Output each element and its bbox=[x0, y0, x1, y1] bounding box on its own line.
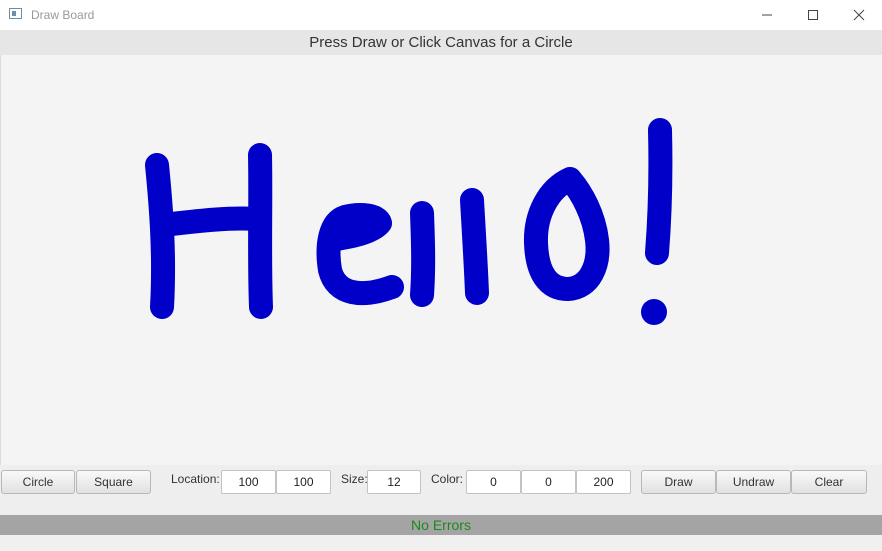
bottom-toolbar: Circle Square Location: 100 100 Size: 12… bbox=[0, 465, 882, 515]
draw-canvas[interactable] bbox=[0, 55, 882, 465]
window-title: Draw Board bbox=[31, 8, 95, 22]
minimize-button[interactable] bbox=[744, 0, 790, 30]
undraw-button[interactable]: Undraw bbox=[716, 470, 791, 494]
stroke-l-first bbox=[410, 201, 436, 307]
instruction-label: Press Draw or Click Canvas for a Circle bbox=[0, 31, 882, 55]
maximize-icon bbox=[808, 10, 818, 20]
location-y-field[interactable]: 100 bbox=[276, 470, 331, 494]
stroke-e bbox=[316, 203, 404, 305]
color-r-field[interactable]: 0 bbox=[466, 470, 521, 494]
status-message: No Errors bbox=[411, 517, 471, 533]
close-button[interactable] bbox=[836, 0, 882, 30]
stroke-exclaim-dot bbox=[641, 299, 667, 325]
draw-button[interactable]: Draw bbox=[641, 470, 716, 494]
square-button[interactable]: Square bbox=[76, 470, 151, 494]
window-bottom-edge bbox=[0, 535, 882, 551]
color-g-field[interactable]: 0 bbox=[521, 470, 576, 494]
stroke-o bbox=[523, 167, 610, 301]
stroke-h-right bbox=[248, 143, 273, 319]
circle-button[interactable]: Circle bbox=[1, 470, 75, 494]
clear-button[interactable]: Clear bbox=[791, 470, 867, 494]
size-label: Size: bbox=[341, 472, 368, 486]
canvas-border bbox=[0, 55, 1, 465]
maximize-button[interactable] bbox=[790, 0, 836, 30]
color-label: Color: bbox=[431, 472, 464, 486]
status-bar: No Errors bbox=[0, 515, 882, 535]
color-b-field[interactable]: 200 bbox=[576, 470, 631, 494]
app-window-icon bbox=[9, 8, 22, 19]
stroke-h-bar bbox=[151, 206, 270, 237]
stroke-exclaim-bar bbox=[645, 118, 673, 265]
title-bar: Draw Board bbox=[0, 0, 882, 31]
close-icon bbox=[853, 9, 865, 21]
minimize-icon bbox=[762, 14, 772, 16]
location-x-field[interactable]: 100 bbox=[221, 470, 276, 494]
size-field[interactable]: 12 bbox=[367, 470, 421, 494]
stroke-l-second bbox=[460, 188, 489, 305]
hello-drawing bbox=[145, 118, 673, 325]
location-label: Location: bbox=[171, 472, 220, 486]
